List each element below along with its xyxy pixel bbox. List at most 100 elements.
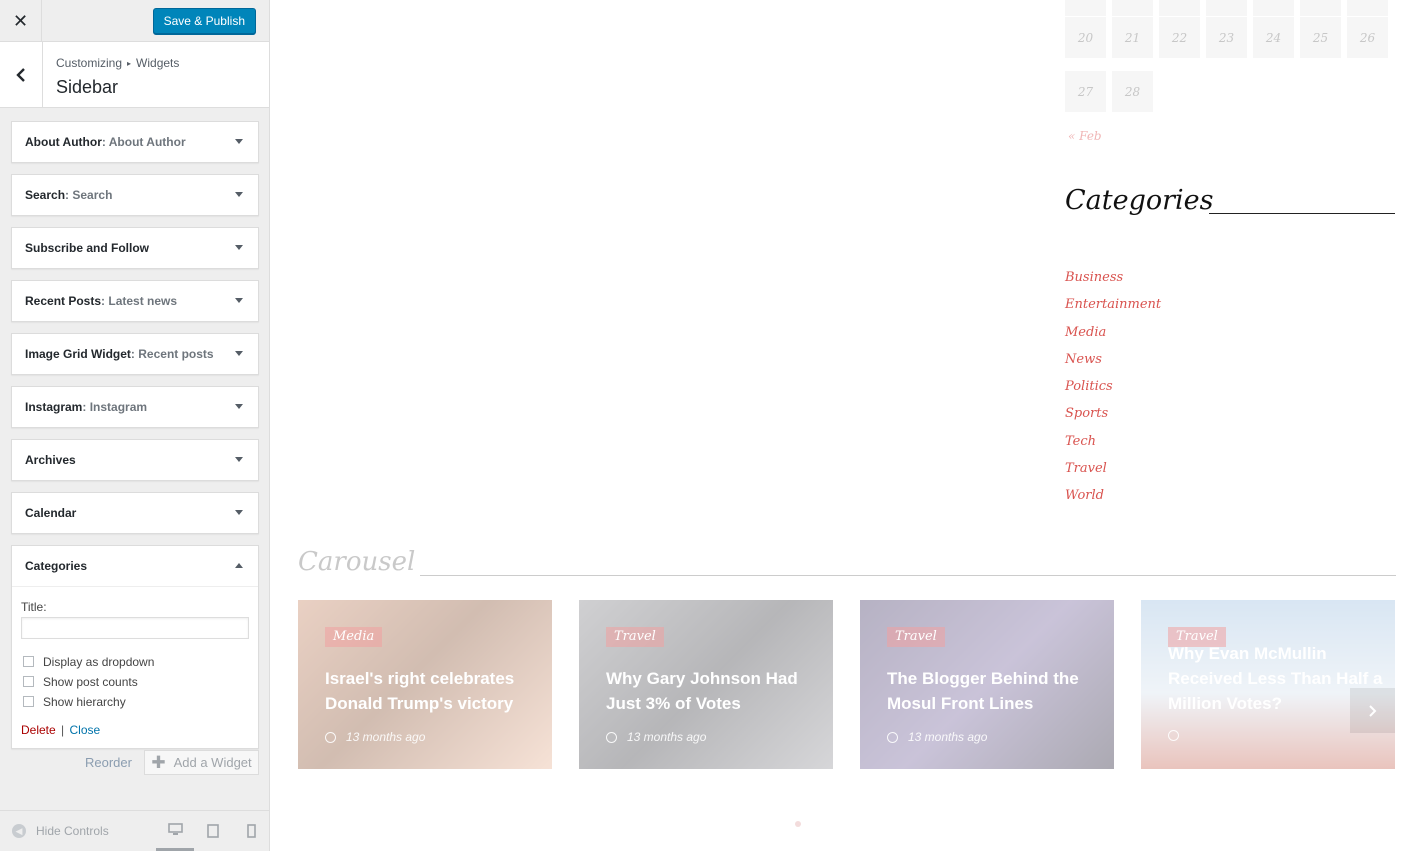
widget-name: Instagram	[25, 400, 83, 414]
calendar-day	[1253, 0, 1294, 16]
carousel-pagination-dot[interactable]	[795, 821, 801, 827]
breadcrumb-section: Widgets	[136, 56, 180, 70]
checkbox-label: Show post counts	[43, 674, 138, 689]
close-link[interactable]: Close	[69, 723, 100, 737]
hide-controls-button[interactable]: ◀ Hide Controls	[12, 824, 109, 838]
chevron-up-icon[interactable]	[235, 563, 243, 568]
widget-header[interactable]: Categories	[12, 546, 258, 587]
category-link[interactable]: Sports	[1065, 406, 1161, 433]
widget-name: Calendar	[25, 506, 77, 520]
category-link[interactable]: News	[1065, 352, 1161, 379]
close-icon[interactable]: ✕	[0, 0, 42, 42]
calendar-day: 21	[1112, 17, 1153, 58]
tablet-icon[interactable]	[194, 811, 232, 851]
widget-subscribe-follow[interactable]: Subscribe and Follow	[11, 227, 259, 269]
widget-header[interactable]: Recent Posts: Latest news	[12, 281, 258, 321]
reorder-link[interactable]: Reorder	[85, 755, 132, 770]
chevron-down-icon[interactable]	[235, 457, 243, 462]
category-link[interactable]: Travel	[1065, 461, 1161, 488]
add-widget-button[interactable]: ✚ Add a Widget	[144, 750, 259, 775]
category-link[interactable]: Tech	[1065, 434, 1161, 461]
card-title[interactable]: Why Gary Johnson Had Just 3% of Votes	[606, 666, 821, 716]
card-title[interactable]: The Blogger Behind the Mosul Front Lines	[887, 666, 1102, 716]
category-link[interactable]: Business	[1065, 270, 1161, 297]
clock-icon	[325, 731, 336, 743]
card-category-tag[interactable]: Media	[325, 627, 383, 647]
back-arrow-icon[interactable]	[0, 42, 43, 107]
widget-form: Title: Display as dropdown Show post cou…	[12, 587, 258, 748]
widget-header[interactable]: Archives	[12, 440, 258, 480]
save-publish-button[interactable]: Save & Publish	[152, 8, 256, 34]
carousel-card[interactable]: Travel Why Gary Johnson Had Just 3% of V…	[579, 600, 833, 769]
option-show-hierarchy[interactable]: Show hierarchy	[21, 694, 249, 709]
card-date: 13 months ago	[325, 730, 425, 744]
chevron-down-icon[interactable]	[235, 192, 243, 197]
widget-name: Archives	[25, 453, 76, 467]
calendar-day: 28	[1112, 71, 1153, 112]
collapse-icon: ◀	[12, 824, 26, 838]
carousel-heading: Carousel	[298, 547, 416, 577]
widget-header[interactable]: Search: Search	[12, 175, 258, 215]
carousel-next-arrow-icon[interactable]	[1350, 688, 1395, 733]
widget-header[interactable]: Subscribe and Follow	[12, 228, 258, 268]
widget-header[interactable]: Instagram: Instagram	[12, 387, 258, 427]
carousel-card[interactable]: Travel The Blogger Behind the Mosul Fron…	[860, 600, 1114, 769]
desktop-icon[interactable]	[156, 811, 194, 851]
delete-link[interactable]: Delete	[21, 723, 56, 737]
widget-title: : Latest news	[101, 294, 178, 308]
widget-header[interactable]: About Author: About Author	[12, 122, 258, 162]
chevron-down-icon[interactable]	[235, 510, 243, 515]
chevron-down-icon[interactable]	[235, 139, 243, 144]
chevron-down-icon[interactable]	[235, 351, 243, 356]
widget-name: Search	[25, 188, 66, 202]
widget-instagram[interactable]: Instagram: Instagram	[11, 386, 259, 428]
page-title: Sidebar	[56, 77, 119, 97]
widget-about-author[interactable]: About Author: About Author	[11, 121, 259, 163]
widget-header[interactable]: Calendar	[12, 493, 258, 533]
card-category-tag[interactable]: Travel	[887, 627, 945, 647]
widget-search[interactable]: Search: Search	[11, 174, 259, 216]
widget-name: Recent Posts	[25, 294, 102, 308]
calendar-day	[1112, 0, 1153, 16]
widget-list: About Author: About Author Search: Searc…	[11, 121, 259, 760]
site-preview: 20 21 22 23 24 25 26 27 28 « Feb Categor…	[270, 0, 1419, 851]
category-link[interactable]: Media	[1065, 325, 1161, 352]
option-display-dropdown[interactable]: Display as dropdown	[21, 654, 249, 669]
category-link[interactable]: Politics	[1065, 379, 1161, 406]
categories-list: Business Entertainment Media News Politi…	[1065, 270, 1161, 516]
widget-calendar[interactable]: Calendar	[11, 492, 259, 534]
option-show-post-counts[interactable]: Show post counts	[21, 674, 249, 689]
checkbox-label: Display as dropdown	[43, 654, 155, 669]
widget-categories[interactable]: Categories Title: Display as dropdown Sh…	[11, 545, 259, 749]
calendar-day	[1206, 0, 1247, 16]
customizer-header: ✕ Save & Publish	[0, 0, 269, 42]
calendar-prev-link[interactable]: « Feb	[1068, 129, 1102, 143]
widget-title: : Search	[65, 188, 113, 202]
calendar-day	[1300, 0, 1341, 16]
calendar-day	[1159, 0, 1200, 16]
category-link[interactable]: World	[1065, 488, 1161, 515]
widget-image-grid[interactable]: Image Grid Widget: Recent posts	[11, 333, 259, 375]
chevron-down-icon[interactable]	[235, 245, 243, 250]
checkbox[interactable]	[23, 696, 34, 707]
category-link[interactable]: Entertainment	[1065, 297, 1161, 324]
chevron-down-icon[interactable]	[235, 404, 243, 409]
checkbox[interactable]	[23, 676, 34, 687]
carousel-card[interactable]: Media Israel's right celebrates Donald T…	[298, 600, 552, 769]
chevron-down-icon[interactable]	[235, 298, 243, 303]
heading-rule	[420, 575, 1396, 576]
title-input[interactable]	[21, 617, 249, 639]
widget-recent-posts[interactable]: Recent Posts: Latest news	[11, 280, 259, 322]
carousel-card[interactable]: Travel Why Evan McMullin Received Less T…	[1141, 600, 1395, 769]
checkbox[interactable]	[23, 656, 34, 667]
add-widget-label: Add a Widget	[173, 755, 252, 770]
card-title[interactable]: Israel's right celebrates Donald Trump's…	[325, 666, 540, 716]
mobile-icon[interactable]	[232, 811, 270, 851]
widget-header[interactable]: Image Grid Widget: Recent posts	[12, 334, 258, 374]
widget-archives[interactable]: Archives	[11, 439, 259, 481]
card-category-tag[interactable]: Travel	[606, 627, 664, 647]
calendar-day: 23	[1206, 17, 1247, 58]
clock-icon	[1168, 730, 1179, 741]
heading-rule	[1209, 213, 1395, 214]
title-label: Title:	[21, 600, 47, 614]
